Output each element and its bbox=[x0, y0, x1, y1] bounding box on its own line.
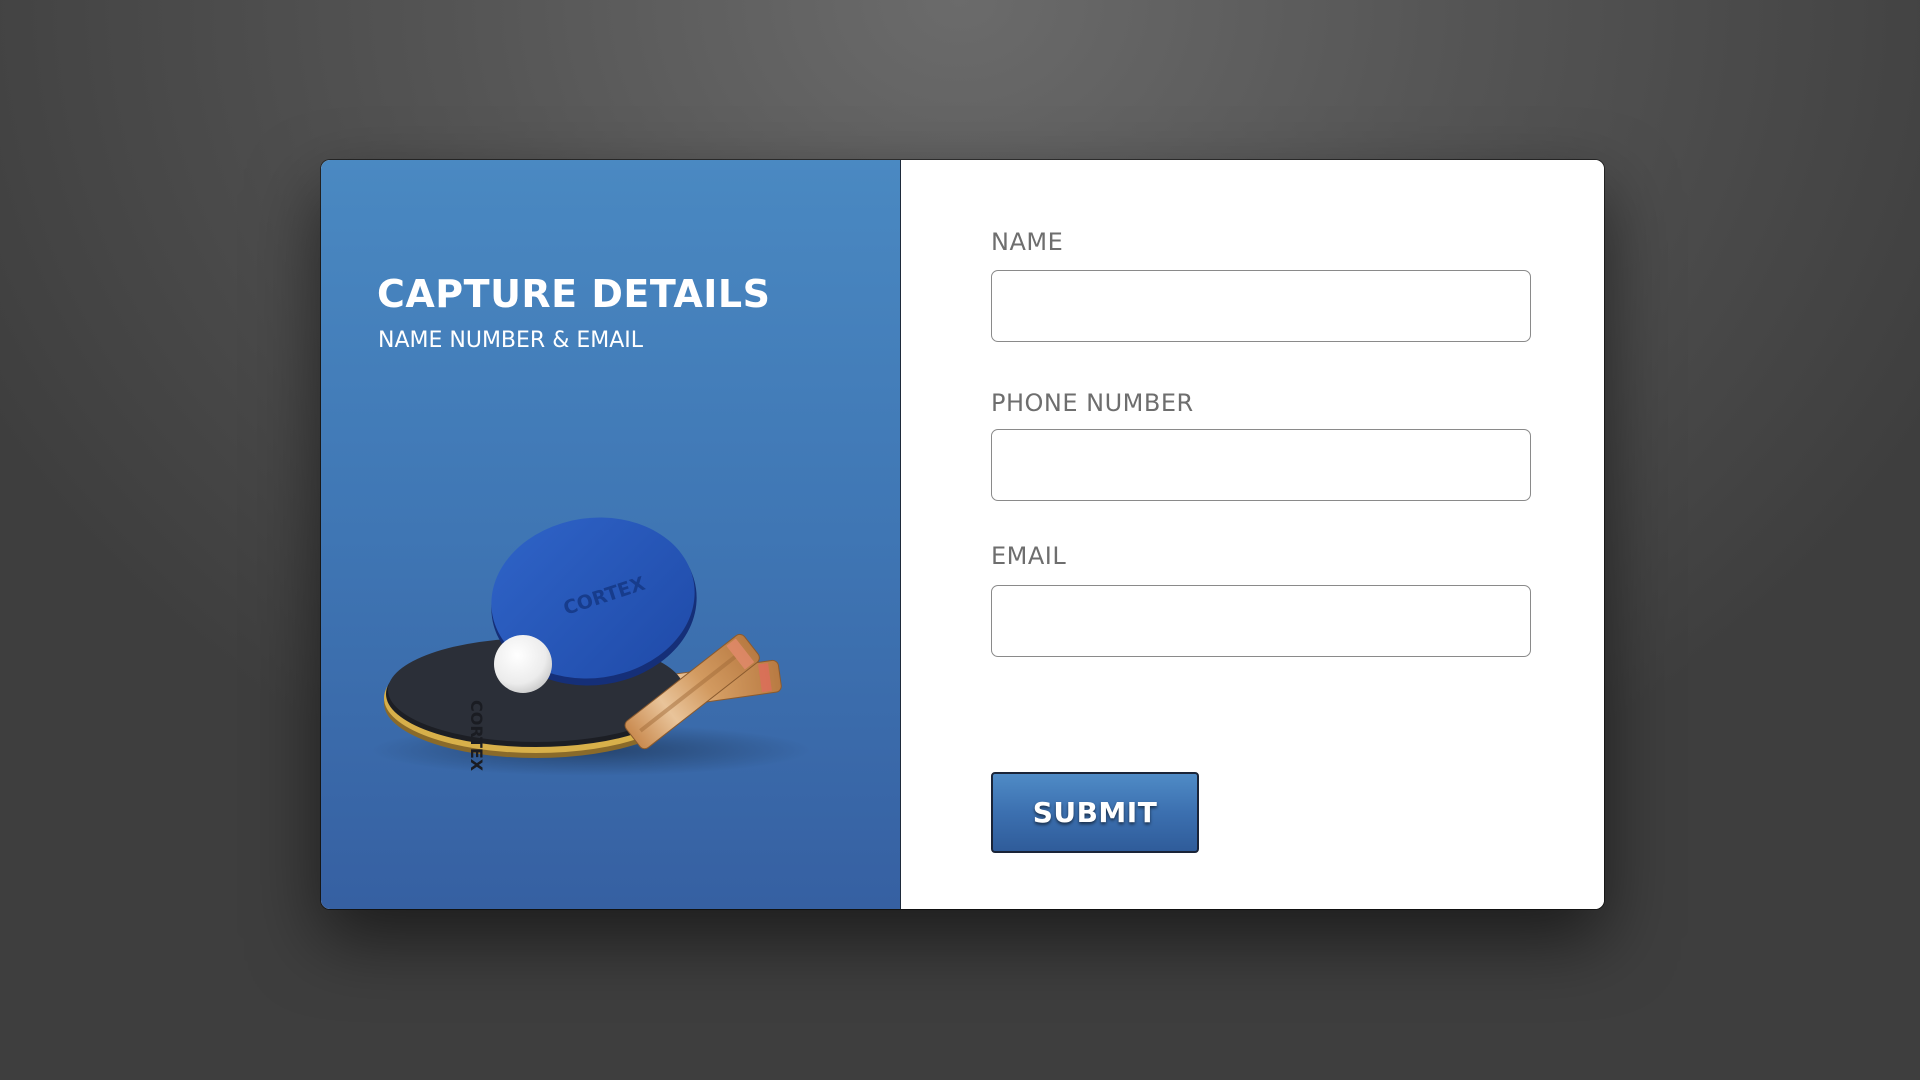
email-input[interactable] bbox=[991, 585, 1531, 657]
form-panel: NAME PHONE NUMBER EMAIL SUBMIT bbox=[901, 160, 1604, 909]
panel-title: CAPTURE DETAILS bbox=[377, 272, 771, 316]
submit-button[interactable]: SUBMIT bbox=[991, 772, 1199, 853]
phone-number-label: PHONE NUMBER bbox=[991, 389, 1194, 417]
capture-details-card: CAPTURE DETAILS NAME NUMBER & EMAIL CORT… bbox=[321, 160, 1604, 909]
phone-number-input[interactable] bbox=[991, 429, 1531, 501]
table-tennis-paddles-image: CORTEX CORTEX bbox=[371, 517, 811, 776]
left-panel: CAPTURE DETAILS NAME NUMBER & EMAIL CORT… bbox=[321, 160, 901, 909]
ping-pong-ball bbox=[494, 635, 552, 693]
name-label: NAME bbox=[991, 228, 1064, 256]
panel-subtitle: NAME NUMBER & EMAIL bbox=[378, 328, 644, 353]
email-label: EMAIL bbox=[991, 542, 1067, 570]
name-input[interactable] bbox=[991, 270, 1531, 342]
svg-text:CORTEX: CORTEX bbox=[467, 700, 486, 772]
